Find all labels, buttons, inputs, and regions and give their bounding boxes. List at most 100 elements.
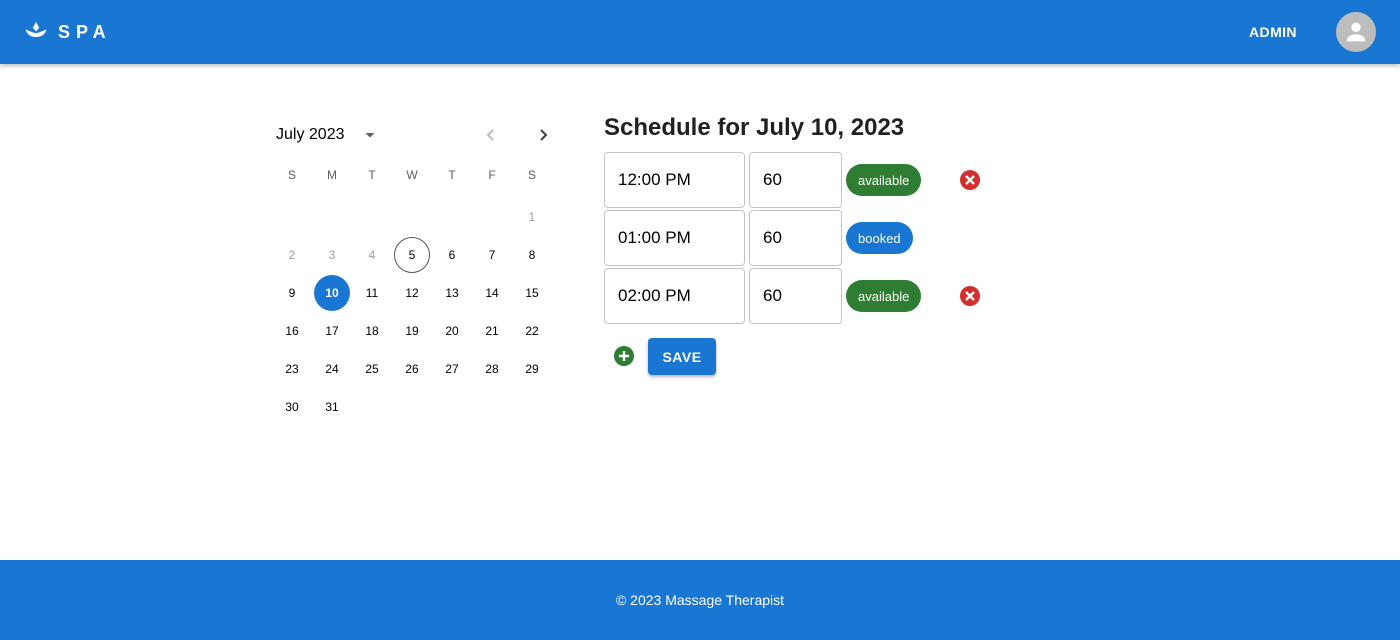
calendar-week-row: 30 31 <box>272 388 552 426</box>
chevron-right-icon <box>540 129 548 141</box>
remove-slot-icon[interactable] <box>958 168 982 192</box>
previous-month-button[interactable] <box>477 121 505 149</box>
slot-duration-field[interactable]: 60 <box>749 152 842 208</box>
calendar-day-23[interactable]: 23 <box>274 351 310 387</box>
calendar-day-cell: 25 <box>352 350 392 388</box>
calendar-day-cell: 15 <box>512 274 552 312</box>
calendar-week-row: 23 24 25 26 27 28 29 <box>272 350 552 388</box>
calendar-week-row: 2 3 4 5678 <box>272 236 552 274</box>
remove-slot-icon[interactable] <box>958 284 982 308</box>
calendar-day-30[interactable]: 30 <box>274 389 310 425</box>
calendar-day-cell: 21 <box>472 312 512 350</box>
slot-duration-field[interactable]: 60 <box>749 268 842 324</box>
calendar-day-4: 4 <box>368 248 376 262</box>
calendar-day-cell: 26 <box>392 350 432 388</box>
calendar-day-cell: 3 <box>312 236 352 274</box>
calendar-day-cell: 1 <box>512 198 552 236</box>
calendar-empty-cell <box>392 388 432 426</box>
month-dropdown-button[interactable] <box>356 121 384 149</box>
calendar-empty-cell <box>512 388 552 426</box>
calendar-week-row: 9 10 11 12 13 14 15 <box>272 274 552 312</box>
calendar-day-18[interactable]: 18 <box>354 313 390 349</box>
slot-duration-field[interactable]: 60 <box>749 210 842 266</box>
calendar-empty-cell <box>472 388 512 426</box>
calendar-day-cell: 19 <box>392 312 432 350</box>
calendar-day-27[interactable]: 27 <box>434 351 470 387</box>
schedule-title: Schedule for July 10, 2023 <box>604 114 905 141</box>
calendar-day-25[interactable]: 25 <box>354 351 390 387</box>
calendar-empty-cell <box>472 198 512 236</box>
calendar-day-8[interactable]: 8 <box>514 237 550 273</box>
schedule-slot: 12:00 PM 60 available <box>604 152 1004 208</box>
slot-status-chip: booked <box>846 222 913 254</box>
calendar-day-cell: 7 <box>472 236 512 274</box>
calendar-day-cell: 31 <box>312 388 352 426</box>
calendar-empty-cell <box>312 198 352 236</box>
brand-logo[interactable]: SPA <box>24 20 112 44</box>
calendar-day-cell: 29 <box>512 350 552 388</box>
slot-time-field[interactable]: 12:00 PM <box>604 152 745 208</box>
calendar-day-10[interactable]: 10 <box>314 275 350 311</box>
calendar-day-cell: 28 <box>472 350 512 388</box>
calendar-day-cell: 24 <box>312 350 352 388</box>
calendar-day-19[interactable]: 19 <box>394 313 430 349</box>
calendar-week-row: 1 <box>272 198 552 236</box>
calendar-empty-cell <box>432 388 472 426</box>
calendar-day-15[interactable]: 15 <box>514 275 550 311</box>
weekday-label: S <box>287 168 296 182</box>
app-header: SPA ADMIN <box>0 0 1400 64</box>
calendar-day-12[interactable]: 12 <box>394 275 430 311</box>
save-button[interactable]: SAVE <box>648 338 716 375</box>
calendar-day-9[interactable]: 9 <box>274 275 310 311</box>
calendar-day-22[interactable]: 22 <box>514 313 550 349</box>
schedule-slot: 02:00 PM 60 available <box>604 268 1004 324</box>
calendar-day-31[interactable]: 31 <box>314 389 350 425</box>
calendar-day-cell: 22 <box>512 312 552 350</box>
calendar-month-label[interactable]: July 2023 <box>276 126 345 144</box>
footer-copyright: © 2023 Massage Therapist <box>615 592 785 608</box>
calendar-header: July 2023 <box>272 118 560 152</box>
calendar-day-24[interactable]: 24 <box>314 351 350 387</box>
calendar-day-cell: 23 <box>272 350 312 388</box>
schedule-slot: 01:00 PM 60 booked <box>604 210 1004 266</box>
weekday-label: S <box>527 168 536 182</box>
brand-name: SPA <box>58 21 112 42</box>
avatar[interactable] <box>1336 12 1376 52</box>
calendar-day-cell: 16 <box>272 312 312 350</box>
calendar-day-7[interactable]: 7 <box>474 237 510 273</box>
calendar-day-3: 3 <box>328 248 336 262</box>
calendar-day-20[interactable]: 20 <box>434 313 470 349</box>
calendar-day-11[interactable]: 11 <box>354 275 390 311</box>
calendar-day-cell: 5 <box>392 236 432 274</box>
calendar-grid: 1 2 3 4 5 6 7 8 9 10 11 12 13 14 15 16 17 18 19 20 21 22 23 24 2… <box>272 198 552 426</box>
calendar-day-16[interactable]: 16 <box>274 313 310 349</box>
calendar-day-13[interactable]: 13 <box>434 275 470 311</box>
calendar-day-29[interactable]: 29 <box>514 351 550 387</box>
calendar-day-17[interactable]: 17 <box>314 313 350 349</box>
lotus-icon <box>25 22 47 37</box>
add-slot-icon[interactable] <box>612 344 636 368</box>
weekday-header-row: S M T W T F S <box>272 168 552 182</box>
calendar-day-26[interactable]: 26 <box>394 351 430 387</box>
weekday-label: W <box>406 168 418 182</box>
calendar-empty-cell <box>392 198 432 236</box>
calendar-day-6[interactable]: 6 <box>434 237 470 273</box>
caret-down-icon <box>365 133 375 138</box>
calendar-empty-cell <box>352 198 392 236</box>
calendar-day-28[interactable]: 28 <box>474 351 510 387</box>
calendar-day-cell: 30 <box>272 388 312 426</box>
next-month-button[interactable] <box>529 121 557 149</box>
person-icon <box>1346 22 1366 42</box>
calendar-day-14[interactable]: 14 <box>474 275 510 311</box>
admin-button[interactable]: ADMIN <box>1236 20 1310 44</box>
calendar-day-cell: 6 <box>432 236 472 274</box>
app-footer: © 2023 Massage Therapist <box>0 560 1400 640</box>
calendar-empty-cell <box>272 198 312 236</box>
calendar-empty-cell <box>432 198 472 236</box>
calendar-day-21[interactable]: 21 <box>474 313 510 349</box>
slot-status-chip: available <box>846 164 922 196</box>
slot-time-field[interactable]: 01:00 PM <box>604 210 745 266</box>
calendar-day-5[interactable]: 5 <box>394 237 430 273</box>
slot-time-field[interactable]: 02:00 PM <box>604 268 745 324</box>
calendar-day-cell: 10 <box>312 274 352 312</box>
